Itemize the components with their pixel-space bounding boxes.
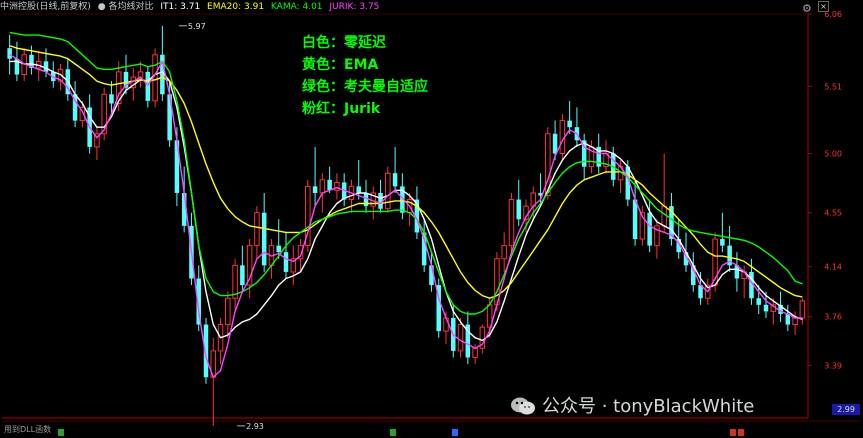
y-axis: 6.065.515.004.554.143.763.392.99 (808, 10, 860, 415)
candle-down (145, 71, 151, 101)
chart-frame (2, 13, 860, 422)
y-tick-label: 4.55 (824, 209, 842, 218)
y-tick-label: 3.39 (824, 361, 842, 370)
stock-title: 中洲控股(日线,前复权) (0, 2, 91, 12)
candle-down (720, 239, 725, 246)
candle-down (356, 186, 361, 193)
legend-item-jurik: 粉红：Jurik (302, 101, 381, 117)
candle-down (240, 265, 245, 286)
candle-down (283, 252, 289, 272)
candle-down (763, 304, 769, 312)
candle-up (334, 181, 340, 191)
candle-down (392, 173, 398, 187)
color-legend: 白色：零延迟 黄色：EMA 绿色：考夫曼自适应 粉红：Jurik (302, 32, 428, 120)
candle-up (225, 297, 231, 326)
indicator-name: ● 各均线对比 (97, 2, 154, 12)
candle-down (327, 179, 332, 191)
date-marker (730, 429, 736, 436)
chart-header: 中洲控股(日线,前复权) ● 各均线对比 IT1: 3.71 EMA20: 3.… (0, 0, 830, 14)
candle-down (647, 212, 652, 246)
candle-down (567, 120, 572, 128)
indicator-value-kama: KAMA: 4.01 (270, 2, 323, 12)
candle-down (43, 61, 49, 72)
legend-item-zero-lag: 白色：零延迟 (302, 35, 386, 51)
candle-up (254, 212, 260, 247)
date-marker (58, 429, 64, 436)
candle-down (756, 298, 761, 305)
date-marker (390, 429, 396, 436)
indicator-value-ema: EMA20: 3.91 (207, 2, 265, 12)
y-tick-label: 4.14 (824, 263, 842, 272)
y-bottom-label: 2.99 (837, 405, 855, 414)
candle-up (319, 179, 326, 194)
candle-up (472, 347, 478, 358)
candle-down (261, 212, 267, 266)
watermark: 公众号 · tonyBlackWhite (510, 392, 754, 418)
candle-up (137, 71, 144, 78)
candle-up (661, 205, 667, 227)
legend-item-ema: 黄色：EMA (302, 57, 379, 73)
candle-down (312, 186, 318, 193)
candle-down (109, 94, 114, 104)
candle-down (276, 245, 281, 253)
date-marker (738, 429, 744, 436)
watermark-text: 公众号 · tonyBlackWhite (542, 396, 755, 417)
candle-up (457, 324, 464, 352)
close-icon[interactable]: × (818, 1, 829, 12)
y-tick-label: 5.51 (824, 82, 842, 91)
annotation-label: 5.97 (188, 22, 206, 31)
candle-down (7, 48, 12, 59)
indicator-value-zero-lag: IT1: 3.71 (160, 2, 201, 12)
date-marker (452, 429, 458, 436)
indicator-value-jurik: JURIK: 3.75 (329, 2, 380, 12)
candle-up (385, 172, 391, 210)
gear-icon[interactable]: ⚙ (802, 2, 812, 15)
y-tick-label: 3.76 (824, 313, 842, 322)
candle-up (508, 199, 515, 247)
annotation-label: 2.93 (246, 422, 264, 431)
candle-up (501, 245, 507, 260)
legend-item-kama: 绿色：考夫曼自适应 (302, 79, 428, 95)
y-tick-label: 5.00 (824, 149, 842, 158)
footer-note: 用到DLL函数 (4, 425, 52, 434)
candle-up (792, 317, 798, 326)
candle-down (632, 199, 638, 240)
candle-down (516, 199, 521, 220)
candlestick-chart: 6.065.515.004.554.143.763.392.99 5.972.9… (2, 10, 860, 436)
candle-up (799, 300, 806, 319)
candle-down (552, 133, 558, 154)
wechat-icon (511, 397, 535, 415)
